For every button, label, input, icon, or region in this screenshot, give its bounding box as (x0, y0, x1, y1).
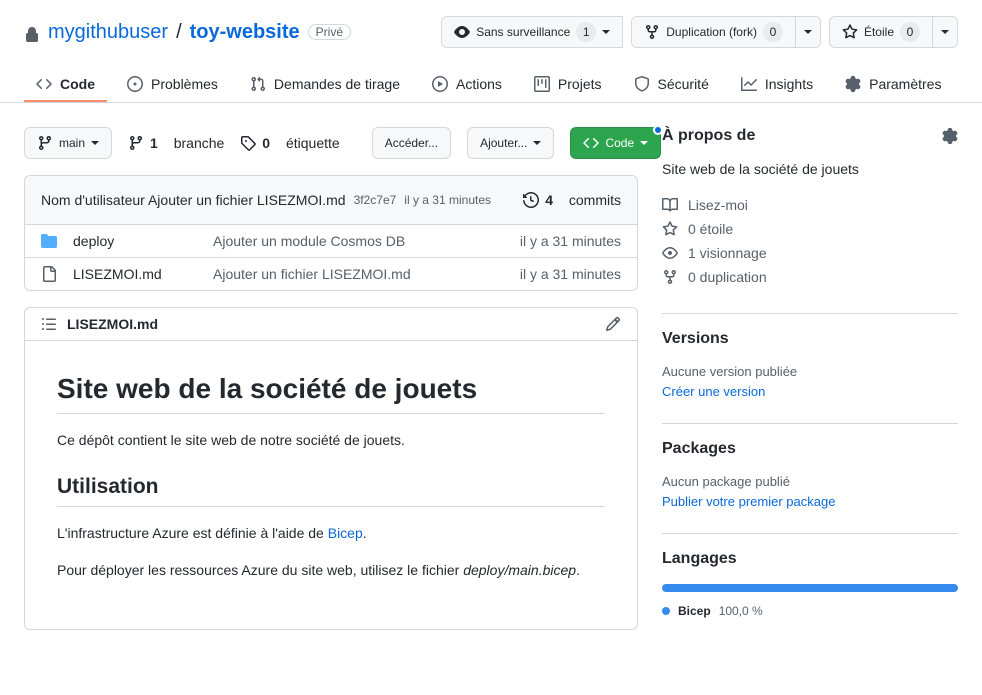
languages-title: Langages (662, 550, 958, 568)
about-section: À propos de Site web de la société de jo… (662, 127, 958, 289)
eye-icon (454, 24, 470, 40)
file-icon (41, 266, 57, 282)
caret-icon (91, 141, 99, 145)
file-name[interactable]: deploy (73, 233, 213, 249)
readme-p: L'infrastructure Azure est définie à l'a… (57, 523, 605, 544)
nav-security[interactable]: Sécurité (622, 68, 721, 102)
bicep-link[interactable]: Bicep (328, 525, 363, 541)
publish-package-link[interactable]: Publier votre premier package (662, 494, 835, 509)
file-message[interactable]: Ajouter un module Cosmos DB (213, 233, 520, 249)
branch-select[interactable]: main (24, 127, 112, 159)
file-list: Nom d'utilisateur Ajouter un fichier LIS… (24, 175, 638, 291)
nav-pulls[interactable]: Demandes de tirage (238, 68, 412, 102)
fork-dropdown[interactable] (796, 16, 821, 48)
nav-insights[interactable]: Insights (729, 68, 825, 102)
readme-body: Site web de la société de jouets Ce dépô… (25, 341, 637, 629)
file-row[interactable]: deploy Ajouter un module Cosmos DB il y … (25, 225, 637, 258)
file-row[interactable]: LISEZMOI.md Ajouter un fichier LISEZMOI.… (25, 258, 637, 290)
language-bar (662, 584, 958, 592)
releases-title: Versions (662, 330, 958, 348)
commit-time: il y a 31 minutes (404, 193, 491, 207)
caret-icon (804, 30, 812, 34)
repo-nav: Code Problèmes Demandes de tirage Action… (0, 68, 982, 103)
caret-icon (602, 30, 610, 34)
watch-count: 1 (576, 22, 596, 42)
commit-author-msg: Nom d'utilisateur Ajouter un fichier LIS… (41, 192, 346, 208)
watching-link[interactable]: 1 visionnage (662, 241, 958, 265)
packages-note: Aucun package publié (662, 474, 958, 489)
owner-link[interactable]: mygithubuser (48, 21, 168, 44)
fork-icon (644, 24, 660, 40)
nav-settings[interactable]: Paramètres (833, 68, 953, 102)
branch-icon (37, 135, 53, 151)
pencil-icon[interactable] (605, 316, 621, 332)
branch-icon (128, 135, 144, 151)
file-name[interactable]: LISEZMOI.md (73, 266, 213, 282)
tags-link[interactable]: 0 étiquette (240, 135, 339, 151)
branches-link[interactable]: 1 branche (128, 135, 224, 151)
star-group: Étoile 0 (829, 16, 958, 48)
goto-button[interactable]: Accéder... (372, 127, 451, 159)
tag-icon (240, 135, 256, 151)
file-time: il y a 31 minutes (520, 233, 621, 249)
star-count: 0 (900, 22, 920, 42)
file-toolbar: main 1 branche 0 étiquette Accéder... Aj… (24, 127, 638, 159)
history-icon (523, 192, 539, 208)
forks-link[interactable]: 0 duplication (662, 265, 958, 289)
gear-icon[interactable] (942, 127, 958, 145)
readme-h1: Site web de la société de jouets (57, 373, 605, 414)
repo-link[interactable]: toy-website (190, 21, 300, 44)
file-time: il y a 31 minutes (520, 266, 621, 282)
fork-button[interactable]: Duplication (fork) 0 (631, 16, 796, 48)
languages-section: Langages Bicep 100,0 % (662, 533, 958, 618)
caret-icon (941, 30, 949, 34)
watch-group: Sans surveillance 1 (441, 16, 623, 48)
star-icon (842, 24, 858, 40)
eye-icon (662, 245, 678, 261)
nav-projects[interactable]: Projets (522, 68, 614, 102)
lock-icon (24, 21, 40, 44)
caret-icon (533, 141, 541, 145)
commit-header: Nom d'utilisateur Ajouter un fichier LIS… (25, 176, 637, 225)
star-dropdown[interactable] (933, 16, 958, 48)
about-desc: Site web de la société de jouets (662, 161, 958, 177)
visibility-label: Privé (308, 24, 351, 40)
releases-note: Aucune version publiée (662, 364, 958, 379)
language-dot (662, 607, 670, 615)
commits-link[interactable]: 4 commits (523, 192, 621, 208)
packages-title: Packages (662, 440, 958, 458)
commit-sha[interactable]: 3f2c7e7 (354, 193, 397, 207)
readme: LISEZMOI.md Site web de la société de jo… (24, 307, 638, 630)
packages-section: Packages Aucun package publié Publier vo… (662, 423, 958, 509)
code-icon (583, 135, 599, 151)
code-button[interactable]: Code (570, 127, 661, 159)
separator: / (176, 21, 182, 44)
watch-button[interactable]: Sans surveillance 1 (441, 16, 623, 48)
star-button[interactable]: Étoile 0 (829, 16, 933, 48)
book-icon (662, 197, 678, 213)
nav-issues[interactable]: Problèmes (115, 68, 230, 102)
language-item[interactable]: Bicep 100,0 % (662, 604, 958, 618)
fork-icon (662, 269, 678, 285)
add-button[interactable]: Ajouter... (467, 127, 554, 159)
fork-count: 0 (763, 22, 783, 42)
file-message[interactable]: Ajouter un fichier LISEZMOI.md (213, 266, 520, 282)
create-release-link[interactable]: Créer une version (662, 384, 765, 399)
nav-code[interactable]: Code (24, 68, 107, 102)
readme-title: LISEZMOI.md (41, 316, 605, 332)
fork-group: Duplication (fork) 0 (631, 16, 821, 48)
releases-section: Versions Aucune version publiée Créer un… (662, 313, 958, 399)
star-icon (662, 221, 678, 237)
readme-p: Pour déployer les ressources Azure du si… (57, 560, 605, 581)
readme-p: Ce dépôt contient le site web de notre s… (57, 430, 605, 451)
stars-link[interactable]: 0 étoile (662, 217, 958, 241)
folder-icon (41, 233, 57, 249)
readme-link[interactable]: Lisez-moi (662, 193, 958, 217)
caret-icon (640, 141, 648, 145)
list-icon (41, 316, 57, 332)
readme-h2: Utilisation (57, 475, 605, 506)
repo-title: mygithubuser / toy-website Privé (24, 21, 433, 44)
nav-actions[interactable]: Actions (420, 68, 514, 102)
about-title: À propos de (662, 127, 958, 145)
